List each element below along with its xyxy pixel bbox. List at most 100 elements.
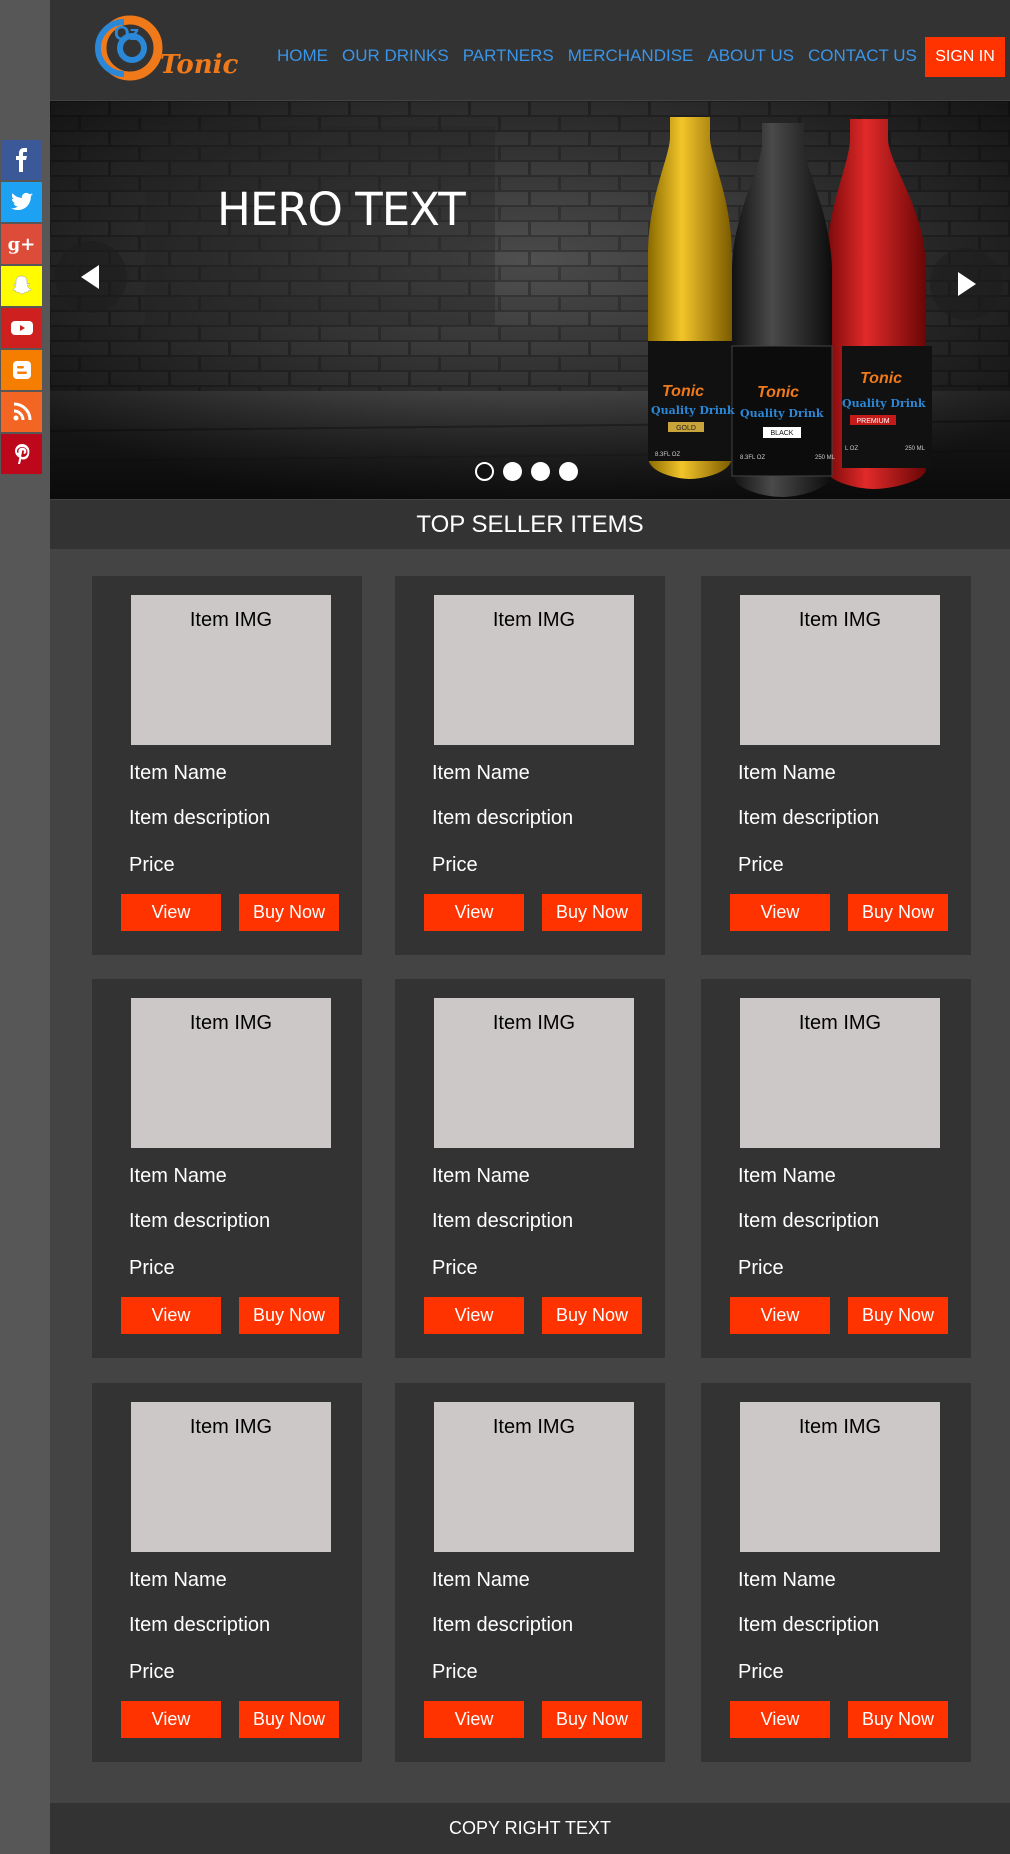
carousel-dots [475, 462, 578, 481]
bottle-gold-tagline: Quality Drink [651, 404, 735, 417]
youtube-icon[interactable] [1, 308, 42, 348]
product-card: Item IMG Item Name Item description Pric… [395, 1383, 665, 1762]
product-image[interactable]: Item IMG [434, 1402, 634, 1552]
bottle-red-volume-right: 250 ML [905, 446, 926, 452]
product-card: Item IMG Item Name Item description Pric… [701, 979, 971, 1358]
product-description: Item description [432, 1614, 574, 1636]
view-button[interactable]: View [730, 1297, 830, 1334]
bottle-red-tagline: Quality Drink [842, 397, 926, 410]
nav-our-drinks[interactable]: OUR DRINKS [342, 46, 449, 66]
carousel-prev-button[interactable] [55, 241, 127, 313]
view-button[interactable]: View [121, 894, 221, 931]
google-plus-icon[interactable]: g+ [1, 224, 42, 264]
nav-contact-us[interactable]: CONTACT US [808, 46, 917, 66]
nav-home[interactable]: HOME [277, 46, 328, 66]
view-button[interactable]: View [121, 1297, 221, 1334]
product-image[interactable]: Item IMG [740, 1402, 940, 1552]
product-price: Price [738, 1257, 784, 1279]
view-button[interactable]: View [730, 1701, 830, 1738]
product-description: Item description [738, 807, 880, 829]
buy-now-button[interactable]: Buy Now [239, 1701, 339, 1738]
hero-background: Tonic Quality Drink GOLD 8.3FL OZ Tonic … [50, 101, 1010, 499]
product-name[interactable]: Item Name [129, 762, 227, 785]
buy-now-button[interactable]: Buy Now [848, 1701, 948, 1738]
sign-in-button[interactable]: SIGN IN [925, 37, 1005, 77]
pinterest-icon[interactable] [1, 434, 42, 474]
hero-carousel: Tonic Quality Drink GOLD 8.3FL OZ Tonic … [50, 101, 1010, 499]
main-nav: HOME OUR DRINKS PARTNERS MERCHANDISE ABO… [277, 46, 917, 66]
product-name[interactable]: Item Name [129, 1165, 227, 1188]
product-name[interactable]: Item Name [432, 762, 530, 785]
carousel-dot-2[interactable] [503, 462, 522, 481]
product-image[interactable]: Item IMG [131, 998, 331, 1148]
nav-about-us[interactable]: ABOUT US [707, 46, 794, 66]
product-image[interactable]: Item IMG [740, 595, 940, 745]
product-name[interactable]: Item Name [738, 762, 836, 785]
view-button[interactable]: View [424, 1297, 524, 1334]
carousel-next-button[interactable] [930, 248, 1002, 320]
buy-now-button[interactable]: Buy Now [239, 894, 339, 931]
bottle-black-variant: BLACK [771, 430, 794, 437]
bottle-gold-variant: GOLD [676, 425, 696, 432]
site-footer: COPY RIGHT TEXT [50, 1803, 1010, 1854]
bottle-gold-volume: 8.3FL OZ [655, 452, 680, 458]
product-description: Item description [129, 807, 271, 829]
nav-merchandise[interactable]: MERCHANDISE [568, 46, 694, 66]
view-button[interactable]: View [121, 1701, 221, 1738]
twitter-icon[interactable] [1, 182, 42, 222]
product-card: Item IMG Item Name Item description Pric… [92, 576, 362, 955]
product-image[interactable]: Item IMG [131, 1402, 331, 1552]
product-name[interactable]: Item Name [129, 1569, 227, 1592]
bottle-red-variant: PREMIUM [856, 418, 889, 425]
snapchat-icon[interactable] [1, 266, 42, 306]
bottle-gold-brand: Tonic [662, 383, 704, 400]
product-price: Price [432, 1257, 478, 1279]
buy-now-button[interactable]: Buy Now [848, 894, 948, 931]
view-button[interactable]: View [424, 894, 524, 931]
logo-name: Tonic [160, 50, 238, 80]
product-price: Price [432, 854, 478, 876]
product-description: Item description [432, 807, 574, 829]
view-button[interactable]: View [730, 894, 830, 931]
bottle-red-brand: Tonic [860, 370, 902, 387]
product-name[interactable]: Item Name [432, 1165, 530, 1188]
product-description: Item description [129, 1210, 271, 1232]
product-price: Price [129, 1257, 175, 1279]
facebook-icon[interactable] [1, 140, 42, 180]
carousel-dot-4[interactable] [559, 462, 578, 481]
product-description: Item description [738, 1614, 880, 1636]
view-button[interactable]: View [424, 1701, 524, 1738]
product-image[interactable]: Item IMG [131, 595, 331, 745]
product-image[interactable]: Item IMG [434, 595, 634, 745]
product-price: Price [129, 854, 175, 876]
main-column: Oz Tonic HOME OUR DRINKS PARTNERS MERCHA… [50, 0, 1010, 1854]
product-card: Item IMG Item Name Item description Pric… [395, 576, 665, 955]
product-card: Item IMG Item Name Item description Pric… [395, 979, 665, 1358]
product-image[interactable]: Item IMG [740, 998, 940, 1148]
arrow-right-icon [958, 272, 976, 296]
nav-partners[interactable]: PARTNERS [463, 46, 554, 66]
carousel-dot-3[interactable] [531, 462, 550, 481]
product-name[interactable]: Item Name [432, 1569, 530, 1592]
buy-now-button[interactable]: Buy Now [848, 1297, 948, 1334]
logo-prefix: Oz [114, 23, 140, 45]
product-description: Item description [738, 1210, 880, 1232]
site-header: Oz Tonic HOME OUR DRINKS PARTNERS MERCHA… [50, 0, 1010, 100]
buy-now-button[interactable]: Buy Now [542, 894, 642, 931]
product-name[interactable]: Item Name [738, 1165, 836, 1188]
product-name[interactable]: Item Name [738, 1569, 836, 1592]
arrow-left-icon [81, 265, 99, 289]
buy-now-button[interactable]: Buy Now [542, 1297, 642, 1334]
product-description: Item description [432, 1210, 574, 1232]
carousel-dot-1[interactable] [475, 462, 494, 481]
hero-title: HERO TEXT [217, 183, 466, 236]
social-bar: g+ [1, 140, 43, 476]
buy-now-button[interactable]: Buy Now [542, 1701, 642, 1738]
product-price: Price [738, 854, 784, 876]
product-image[interactable]: Item IMG [434, 998, 634, 1148]
buy-now-button[interactable]: Buy Now [239, 1297, 339, 1334]
brand-logo[interactable]: Oz Tonic [94, 10, 254, 86]
blogger-icon[interactable] [1, 350, 42, 390]
bottle-black-brand: Tonic [757, 384, 799, 401]
rss-icon[interactable] [1, 392, 42, 432]
